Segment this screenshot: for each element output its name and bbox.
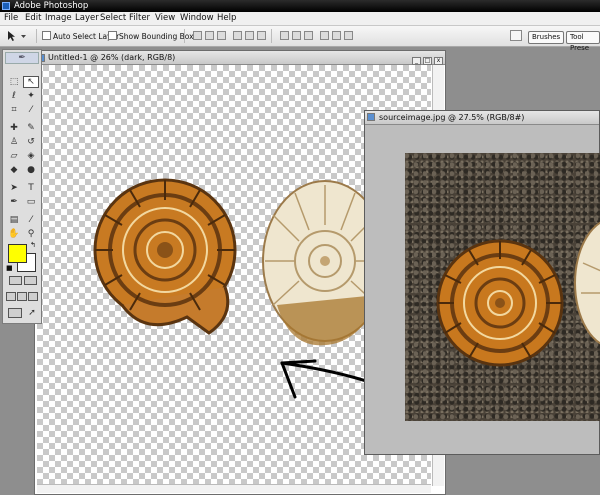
auto-select-checkbox[interactable] bbox=[42, 31, 51, 40]
menu-edit[interactable]: Edit bbox=[25, 13, 41, 23]
close-icon[interactable]: x bbox=[434, 57, 443, 65]
minimize-icon[interactable]: _ bbox=[412, 57, 421, 65]
menu-select[interactable]: Select bbox=[100, 13, 126, 23]
blur-tool-icon[interactable]: ◆ bbox=[6, 164, 22, 176]
tab-tool-presets[interactable]: Tool Prese bbox=[566, 31, 600, 52]
paint-bucket-tool-icon[interactable]: ◈ bbox=[23, 150, 39, 162]
distribute-vertical-center-icon[interactable] bbox=[292, 31, 301, 40]
type-tool-icon[interactable]: T bbox=[23, 182, 39, 194]
magic-wand-tool-icon[interactable]: ✦ bbox=[23, 90, 39, 102]
shape-tool-icon[interactable]: ▭ bbox=[23, 196, 39, 208]
menu-bar: File Edit Image Layer Select Filter View… bbox=[0, 12, 600, 26]
screen-mode-standard-icon[interactable] bbox=[6, 292, 16, 301]
horizontal-scrollbar[interactable] bbox=[37, 484, 431, 493]
source-document-title: sourceimage.jpg @ 27.5% (RGB/8#) bbox=[379, 113, 525, 122]
move-tool-icon[interactable]: ↖ bbox=[23, 76, 39, 88]
path-selection-tool-icon[interactable]: ➤ bbox=[6, 182, 22, 194]
move-tool-preset-icon[interactable] bbox=[6, 30, 28, 42]
dodge-tool-icon[interactable]: ● bbox=[23, 164, 39, 176]
align-right-icon[interactable] bbox=[257, 31, 266, 40]
lasso-tool-icon[interactable]: ℓ bbox=[6, 90, 22, 102]
document-title-bar[interactable]: Untitled-1 @ 26% (dark, RGB/8) _ □ x bbox=[35, 51, 445, 65]
distribute-bottom-icon[interactable] bbox=[304, 31, 313, 40]
healing-brush-tool-icon[interactable]: ✚ bbox=[6, 122, 22, 134]
bounding-box-label: Show Bounding Box bbox=[119, 32, 194, 41]
standard-mode-icon[interactable] bbox=[9, 276, 22, 285]
palette-well-icon[interactable] bbox=[510, 30, 522, 41]
feather-logo-icon[interactable]: ✒ bbox=[5, 52, 39, 64]
align-bottom-icon[interactable] bbox=[217, 31, 226, 40]
app-title: Adobe Photoshop bbox=[14, 1, 89, 11]
document-icon bbox=[367, 113, 375, 121]
quick-mask-mode-icon[interactable] bbox=[24, 276, 37, 285]
options-bar: Auto Select Layer Show Bounding Box Brus… bbox=[0, 26, 600, 52]
distribute-left-icon[interactable] bbox=[320, 31, 329, 40]
bounding-box-checkbox[interactable] bbox=[108, 31, 117, 40]
crop-tool-icon[interactable]: ⌗ bbox=[6, 104, 22, 116]
screen-mode-menu-icon[interactable] bbox=[17, 292, 27, 301]
marquee-tool-icon[interactable]: ⬚ bbox=[6, 76, 22, 88]
maximize-icon[interactable]: □ bbox=[423, 57, 432, 65]
app-title-bar: Adobe Photoshop bbox=[0, 0, 600, 12]
hand-tool-icon[interactable]: ✋ bbox=[6, 228, 22, 240]
source-ammonite-image bbox=[436, 239, 564, 367]
history-brush-tool-icon[interactable]: ↺ bbox=[23, 136, 39, 148]
slice-tool-icon[interactable]: ⁄ bbox=[23, 104, 39, 116]
distribute-horizontal-center-icon[interactable] bbox=[332, 31, 341, 40]
align-vertical-center-icon[interactable] bbox=[205, 31, 214, 40]
distribute-right-icon[interactable] bbox=[344, 31, 353, 40]
eyedropper-tool-icon[interactable]: ⁄ bbox=[23, 214, 39, 226]
align-top-icon[interactable] bbox=[193, 31, 202, 40]
menu-layer[interactable]: Layer bbox=[75, 13, 99, 23]
align-left-icon[interactable] bbox=[233, 31, 242, 40]
document-title: Untitled-1 @ 26% (dark, RGB/8) bbox=[48, 53, 176, 62]
toolbox: ✒ ⬚ ↖ ℓ ✦ ⌗ ⁄ ✚ ✎ ♙ ↺ ▱ ◈ ◆ ● ➤ T ✒ ▭ ▤ … bbox=[2, 49, 42, 324]
tab-brushes[interactable]: Brushes bbox=[528, 31, 565, 44]
default-colors-icon[interactable]: ■ bbox=[6, 264, 13, 272]
menu-help[interactable]: Help bbox=[217, 13, 236, 23]
source-photo-canvas[interactable] bbox=[405, 153, 600, 421]
jump-to-imageready-icon[interactable] bbox=[8, 308, 22, 318]
document-window-sourceimage: sourceimage.jpg @ 27.5% (RGB/8#) bbox=[364, 110, 600, 455]
menu-view[interactable]: View bbox=[155, 13, 175, 23]
distribute-top-icon[interactable] bbox=[280, 31, 289, 40]
swap-colors-icon[interactable]: ↰ bbox=[30, 241, 36, 249]
screen-mode-full-icon[interactable] bbox=[28, 292, 38, 301]
separator bbox=[184, 29, 185, 43]
menu-file[interactable]: File bbox=[4, 13, 18, 23]
eraser-tool-icon[interactable]: ▱ bbox=[6, 150, 22, 162]
show-bounding-box-option[interactable]: Show Bounding Box bbox=[108, 31, 194, 41]
menu-window[interactable]: Window bbox=[180, 13, 214, 23]
ammonite-fossil-image bbox=[93, 178, 237, 335]
source-white-shell-image bbox=[574, 221, 600, 345]
separator bbox=[271, 29, 272, 43]
clone-stamp-tool-icon[interactable]: ♙ bbox=[6, 136, 22, 148]
menu-image[interactable]: Image bbox=[45, 13, 72, 23]
photoshop-logo-icon bbox=[2, 2, 10, 10]
menu-filter[interactable]: Filter bbox=[129, 13, 150, 23]
foreground-color-swatch[interactable] bbox=[8, 244, 27, 263]
notes-tool-icon[interactable]: ▤ bbox=[6, 214, 22, 226]
imageready-arrow-icon[interactable]: ➚ bbox=[24, 307, 40, 319]
separator bbox=[36, 29, 37, 43]
align-horizontal-center-icon[interactable] bbox=[245, 31, 254, 40]
pen-tool-icon[interactable]: ✒ bbox=[6, 196, 22, 208]
source-document-title-bar[interactable]: sourceimage.jpg @ 27.5% (RGB/8#) bbox=[365, 111, 599, 125]
brush-tool-icon[interactable]: ✎ bbox=[23, 122, 39, 134]
zoom-tool-icon[interactable]: ⚲ bbox=[23, 228, 39, 240]
